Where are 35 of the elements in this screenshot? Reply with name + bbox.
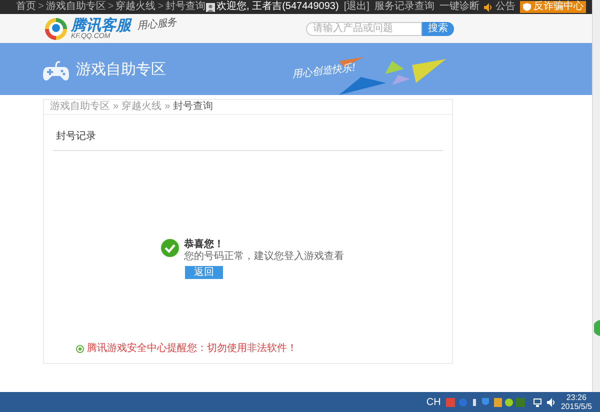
network-icon[interactable] — [532, 398, 542, 406]
top-bar-link[interactable]: 一键诊断 — [439, 2, 480, 12]
result-message: 您的号码正常，建议您登入游戏查看 — [184, 251, 344, 263]
speaker-icon — [484, 2, 494, 12]
avatar-icon — [206, 2, 215, 12]
volume-icon[interactable] — [546, 398, 556, 406]
language-indicator[interactable]: CH — [426, 394, 441, 410]
gamepad-icon — [42, 58, 70, 82]
search-field[interactable]: 请输入产品或问题 — [306, 22, 422, 36]
result-title: 恭喜您！ — [184, 239, 225, 251]
breadcrumb-link[interactable]: 封号查询 — [173, 102, 214, 112]
logo-icon — [44, 16, 68, 40]
breadcrumb-separator: » — [164, 102, 170, 112]
banner-slogan: 用心创造快乐! — [291, 62, 357, 82]
top-bar-link[interactable]: 服务记录查询 — [374, 2, 434, 12]
welcome-text: 欢迎您, 王者吉(547449093) — [216, 2, 339, 12]
breadcrumb-link[interactable]: 首页 — [16, 2, 36, 12]
banner-title: 游戏自助专区 — [76, 60, 166, 80]
breadcrumb-separator: » — [113, 102, 119, 112]
breadcrumb-link[interactable]: 游戏自助专区 — [46, 2, 106, 12]
floating-widget-icon — [594, 320, 600, 336]
breadcrumb-separator: > — [108, 2, 114, 12]
section-title: 封号记录 — [56, 131, 96, 142]
notice-link[interactable]: 公告 — [495, 2, 516, 12]
scrollbar[interactable] — [592, 0, 600, 392]
breadcrumb-link[interactable]: 穿越火线 — [116, 2, 156, 12]
checkmark-icon — [161, 239, 179, 257]
clock[interactable]: 23:26 2015/5/5 — [560, 393, 592, 411]
breadcrumb-separator: > — [38, 2, 44, 12]
warning-text: 腾讯游戏安全中心提醒您：切勿使用非法软件！ — [87, 342, 297, 356]
breadcrumb-link[interactable]: 封号查询 — [166, 2, 206, 12]
tagline-text: 用心服务 — [136, 16, 178, 34]
top-bar-link[interactable]: [退出] — [344, 2, 370, 12]
logo-title: 腾讯客服 — [71, 18, 131, 32]
breadcrumb-separator: > — [158, 2, 164, 12]
